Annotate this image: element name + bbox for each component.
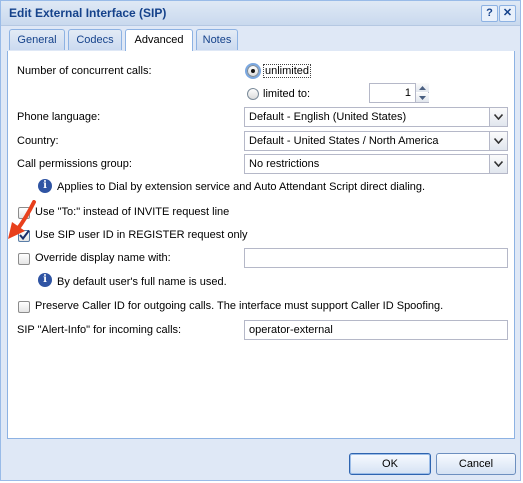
spin-down-icon[interactable] xyxy=(416,93,429,102)
preserve-caller-id-checkbox[interactable] xyxy=(18,301,30,313)
call-permissions-select[interactable]: No restrictions xyxy=(244,154,508,174)
dialog-title: Edit External Interface (SIP) xyxy=(9,6,167,20)
ok-button[interactable]: OK xyxy=(349,453,431,475)
tab-strip: General Codecs Advanced Notes xyxy=(7,29,514,52)
cancel-button[interactable]: Cancel xyxy=(436,453,516,475)
phone-language-value: Default - English (United States) xyxy=(249,111,407,123)
annotation-arrow-icon xyxy=(8,200,36,239)
display-name-input[interactable] xyxy=(244,248,508,268)
override-display-name-label[interactable]: Override display name with: xyxy=(35,252,171,264)
preserve-caller-id-label[interactable]: Preserve Caller ID for outgoing calls. T… xyxy=(35,300,443,312)
close-icon[interactable]: ✕ xyxy=(499,5,516,22)
phone-language-label: Phone language: xyxy=(17,111,101,123)
concurrent-calls-label: Number of concurrent calls: xyxy=(17,65,152,77)
phone-language-select[interactable]: Default - English (United States) xyxy=(244,107,508,127)
call-permissions-label: Call permissions group: xyxy=(17,158,132,170)
advanced-panel: Number of concurrent calls: unlimited li… xyxy=(7,51,515,439)
use-to-header-label[interactable]: Use "To:" instead of INVITE request line xyxy=(35,206,229,218)
chevron-down-icon[interactable] xyxy=(489,108,507,126)
info-icon: i xyxy=(38,179,52,193)
override-display-name-checkbox[interactable] xyxy=(18,253,30,265)
tab-general[interactable]: General xyxy=(9,29,65,50)
chevron-down-icon[interactable] xyxy=(489,155,507,173)
alert-info-input[interactable] xyxy=(244,320,508,340)
alert-info-label: SIP "Alert-Info" for incoming calls: xyxy=(17,324,182,336)
country-select[interactable]: Default - United States / North America xyxy=(244,131,508,151)
limited-value: 1 xyxy=(404,87,411,99)
call-permissions-value: No restrictions xyxy=(249,158,320,170)
tab-notes[interactable]: Notes xyxy=(196,29,238,50)
limited-spinner xyxy=(415,83,429,103)
unlimited-radio[interactable] xyxy=(247,65,259,77)
edit-sip-dialog: Edit External Interface (SIP) ? ✕ Genera… xyxy=(0,0,521,481)
call-permissions-info: Applies to Dial by extension service and… xyxy=(57,181,426,193)
spin-up-icon[interactable] xyxy=(416,83,429,92)
use-sip-user-id-label[interactable]: Use SIP user ID in REGISTER request only xyxy=(35,229,248,241)
country-value: Default - United States / North America xyxy=(249,135,439,147)
help-icon[interactable]: ? xyxy=(481,5,498,22)
titlebar: Edit External Interface (SIP) ? ✕ xyxy=(1,1,520,26)
tab-codecs[interactable]: Codecs xyxy=(68,29,122,50)
unlimited-label[interactable]: unlimited xyxy=(263,64,312,78)
override-display-info: By default user's full name is used. xyxy=(57,276,227,288)
limited-label[interactable]: limited to: xyxy=(263,88,310,100)
info-icon: i xyxy=(38,273,52,287)
tab-advanced[interactable]: Advanced xyxy=(125,29,193,52)
country-label: Country: xyxy=(17,135,59,147)
chevron-down-icon[interactable] xyxy=(489,132,507,150)
limited-radio[interactable] xyxy=(247,88,259,100)
